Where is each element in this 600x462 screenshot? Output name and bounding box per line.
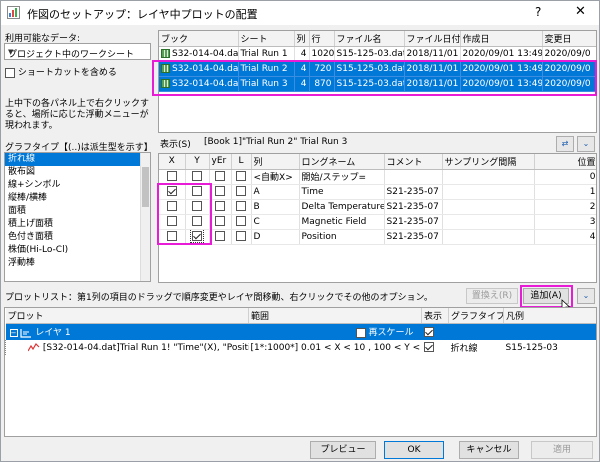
shortcut-label: ショートカットを含める	[17, 68, 117, 78]
col-longname[interactable]: ロングネーム	[299, 154, 385, 170]
app-icon	[7, 6, 20, 19]
col-y[interactable]: Y	[185, 154, 210, 170]
layer-icon	[20, 328, 32, 338]
sheet-breadcrumb: [Book 1]"Trial Run 2" Trial Run 3	[204, 137, 348, 147]
table-row[interactable]: B Delta Temperature S21-235-07 2	[159, 199, 596, 215]
col-yerr[interactable]: yEr	[209, 154, 232, 170]
col-sheet[interactable]: シート	[238, 31, 295, 47]
available-data-dropdown[interactable]: プロジェクト中のワークシート ▼	[4, 43, 151, 60]
table-header: X Y yEr L 列 ロングネーム コメント サンプリング間隔 位置	[159, 154, 596, 170]
xy-highlight-box	[157, 183, 212, 245]
col-filedate[interactable]: ファイル日付	[404, 31, 461, 47]
shortcut-checkbox-row[interactable]: ショートカットを含める	[5, 65, 117, 78]
expand-icon[interactable]: ⌄	[577, 288, 595, 304]
chevron-down-icon: ▼	[8, 48, 14, 56]
preview-button[interactable]: プレビュー	[310, 441, 376, 459]
table-row[interactable]: A Time S21-235-07 1	[159, 184, 596, 200]
table-header: ブック シート 列 行 ファイル名 ファイル日付 作成日 変更日	[159, 31, 596, 47]
col-created[interactable]: 作成日	[460, 31, 543, 47]
expand-icon[interactable]: ⌄	[577, 136, 595, 152]
layer-name: レイヤ 1	[35, 328, 71, 339]
table-row[interactable]: D Position S21-235-07 4	[159, 229, 596, 245]
selection-highlight-box	[152, 60, 597, 96]
rescale-label: 再スケール	[368, 328, 414, 339]
line-plot-icon	[27, 342, 40, 351]
graph-type-item[interactable]: 折れ線	[5, 153, 150, 166]
show-button[interactable]: 表示(S)	[160, 137, 191, 150]
l-checkbox[interactable]	[236, 201, 246, 212]
plot-range: [1*:1000*] 0.01 < X < 10 , 100 < Y < 201…	[250, 342, 422, 353]
close-button[interactable]: ✕	[575, 4, 586, 19]
col-position[interactable]: 位置	[534, 154, 596, 170]
workbook-icon	[161, 48, 170, 58]
graph-type-item[interactable]: 散布図	[5, 166, 150, 179]
table-row[interactable]: S32-014-04.dat Trial Run 1 4 1020 S15-12…	[159, 46, 596, 62]
col-book[interactable]: ブック	[159, 31, 239, 47]
col-modified[interactable]: 変更日	[542, 31, 596, 47]
graph-type-item[interactable]: 浮動棒	[5, 257, 150, 270]
yerr-checkbox[interactable]	[215, 186, 225, 197]
col-rows[interactable]: 行	[309, 31, 335, 47]
yerr-checkbox[interactable]	[215, 216, 225, 227]
layer-row[interactable]: − レイヤ 1 再スケール	[5, 323, 596, 340]
col-filename[interactable]: ファイル名	[334, 31, 405, 47]
table-row[interactable]: C Magnetic Field S21-235-07 3	[159, 214, 596, 230]
col-plot[interactable]: プロット	[5, 308, 249, 324]
col-x[interactable]: X	[159, 154, 186, 170]
graph-type-item[interactable]: 縦棒/横棒	[5, 192, 150, 205]
l-checkbox[interactable]	[236, 216, 246, 227]
apply-button[interactable]: 適用	[531, 441, 593, 459]
yerr-checkbox[interactable]	[215, 231, 225, 242]
title-bar: 作図のセットアップ：レイヤ中プロットの配置 ? ✕	[1, 1, 599, 25]
col-sampling[interactable]: サンプリング間隔	[442, 154, 535, 170]
col-columns[interactable]: 列	[294, 31, 310, 47]
plot-setup-dialog: 作図のセットアップ：レイヤ中プロットの配置 ? ✕ 利用可能なデータ: プロジェ…	[0, 0, 600, 462]
col-comment[interactable]: コメント	[384, 154, 443, 170]
col-range[interactable]: 範囲	[248, 308, 422, 324]
table-header: プロット 範囲 表示 グラフタイプ 凡例	[5, 308, 596, 324]
x-checkbox[interactable]	[166, 171, 177, 182]
show-bar: 表示(S) [Book 1]"Trial Run 2" Trial Run 3	[158, 136, 597, 152]
help-button[interactable]: ?	[535, 5, 541, 19]
plot-show-checkbox[interactable]	[423, 342, 434, 353]
yerr-checkbox[interactable]	[215, 201, 225, 212]
graph-type-item[interactable]: 積上げ面積	[5, 218, 150, 231]
graph-type-item[interactable]: 面積	[5, 205, 150, 218]
plot-list[interactable]: プロット 範囲 表示 グラフタイプ 凡例 − レイヤ 1 再スケール [S32-…	[4, 307, 597, 437]
l-checkbox[interactable]	[236, 231, 246, 242]
swap-icon[interactable]: ⇄	[556, 136, 574, 152]
plotlist-label: プロットリスト：第1列の項目のドラッグで順序変更やレイヤ間移動、右クリックでその…	[5, 293, 433, 303]
graph-type-list[interactable]: 折れ線 散布図 線+シンボル 縦棒/横棒 面積 積上げ面積 色付き面積 株価(H…	[4, 152, 151, 282]
plot-graph-type: 折れ線	[450, 344, 478, 354]
replace-button[interactable]: 置換え(R)	[466, 288, 518, 304]
graph-type-item[interactable]: 線+シンボル	[5, 179, 150, 192]
rescale-checkbox[interactable]	[355, 327, 366, 338]
context-menu-hint: 上中下の各パネル上で右クリックすると、場所に応じた浮動メニューが現われます。	[5, 99, 150, 131]
dialog-title: 作図のセットアップ：レイヤ中プロットの配置	[27, 8, 258, 21]
col-column[interactable]: 列	[251, 154, 300, 170]
graph-type-item[interactable]: 色付き面積	[5, 231, 150, 244]
y-checkbox[interactable]	[192, 171, 202, 182]
col-show[interactable]: 表示	[421, 308, 449, 324]
plot-name: [S32-014-04.dat]Trial Run 1! "Time"(X), …	[42, 342, 249, 353]
layer-show-checkbox[interactable]	[423, 326, 434, 337]
ok-button[interactable]: OK	[384, 441, 444, 459]
col-graphtype[interactable]: グラフタイプ	[448, 308, 504, 324]
l-checkbox[interactable]	[236, 186, 246, 197]
collapse-icon[interactable]: −	[9, 328, 18, 337]
col-l[interactable]: L	[231, 154, 252, 170]
cancel-button[interactable]: キャンセル	[459, 441, 519, 459]
shortcut-checkbox[interactable]	[5, 67, 15, 78]
yerr-checkbox[interactable]	[215, 171, 225, 182]
l-checkbox[interactable]	[236, 171, 246, 182]
plot-row[interactable]: [S32-014-04.dat]Trial Run 1! "Time"(X), …	[5, 340, 597, 355]
col-legend[interactable]: 凡例	[503, 308, 596, 324]
graph-type-scrollbar[interactable]	[140, 153, 150, 281]
graph-type-item[interactable]: 株価(Hi-Lo-Cl)	[5, 244, 150, 257]
plot-legend: S15-125-03	[505, 342, 558, 353]
column-table[interactable]: X Y yEr L 列 ロングネーム コメント サンプリング間隔 位置 <自動X…	[158, 153, 597, 283]
table-row[interactable]: <自動X> 開始/ステップ= 0	[159, 169, 596, 185]
